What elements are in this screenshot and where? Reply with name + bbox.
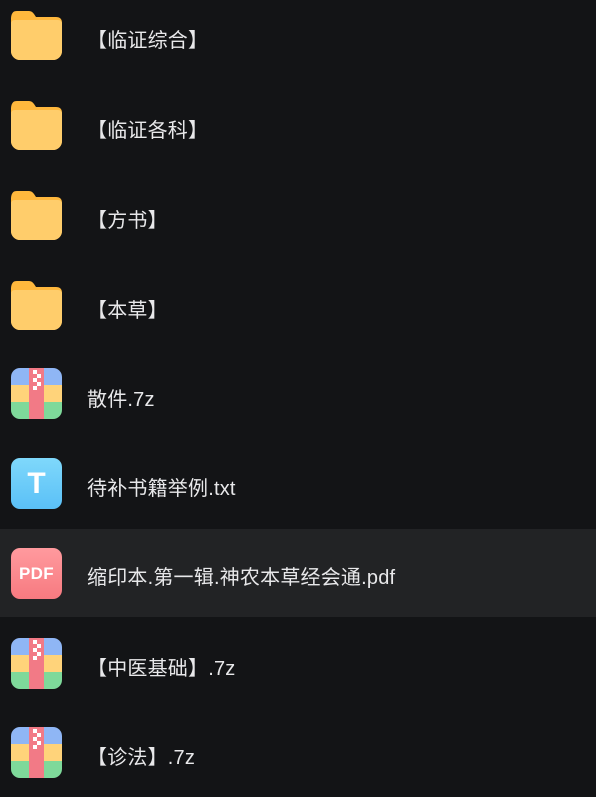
file-row-text-file[interactable]: T 待补书籍举例.txt [0, 439, 596, 527]
archive-icon [11, 368, 62, 419]
file-row-archive-sanjian[interactable]: 散件.7z [0, 349, 596, 437]
text-file-icon: T [11, 458, 62, 509]
folder-icon [11, 279, 62, 330]
file-name: 【中医基础】.7z [87, 658, 236, 680]
pdf-file-icon-label: PDF [19, 563, 54, 583]
archive-icon [11, 638, 62, 689]
file-row-folder-bencao[interactable]: 【本草】 [0, 261, 596, 349]
file-list: 【临证综合】 【临证各科】 【方书】 【本草】 散件.7z T 待补书籍举例.t… [0, 0, 596, 778]
archive-icon [11, 727, 62, 778]
file-name: 【临证综合】 [87, 30, 209, 52]
folder-icon [11, 99, 62, 150]
file-row-archive-zhongyi-jichu[interactable]: 【中医基础】.7z [0, 619, 596, 707]
file-row-archive-zhenfa[interactable]: 【诊法】.7z [0, 709, 596, 797]
pdf-file-icon: PDF [11, 548, 62, 599]
file-name: 【本草】 [87, 300, 168, 322]
file-row-pdf-selected[interactable]: PDF 缩印本.第一辑.神农本草经会通.pdf [0, 529, 596, 617]
file-name: 【临证各科】 [87, 120, 209, 142]
file-row-folder-fangshu[interactable]: 【方书】 [0, 171, 596, 259]
file-row-folder-linzheng-zonghe[interactable]: 【临证综合】 [0, 0, 596, 79]
file-name: 缩印本.第一辑.神农本草经会通.pdf [87, 567, 396, 589]
file-name: 散件.7z [87, 389, 155, 411]
file-name: 待补书籍举例.txt [87, 478, 236, 500]
file-row-folder-linzheng-geke[interactable]: 【临证各科】 [0, 81, 596, 169]
text-file-icon-letter: T [27, 466, 46, 500]
file-name: 【方书】 [87, 210, 168, 232]
folder-icon [11, 9, 62, 60]
folder-icon [11, 189, 62, 240]
